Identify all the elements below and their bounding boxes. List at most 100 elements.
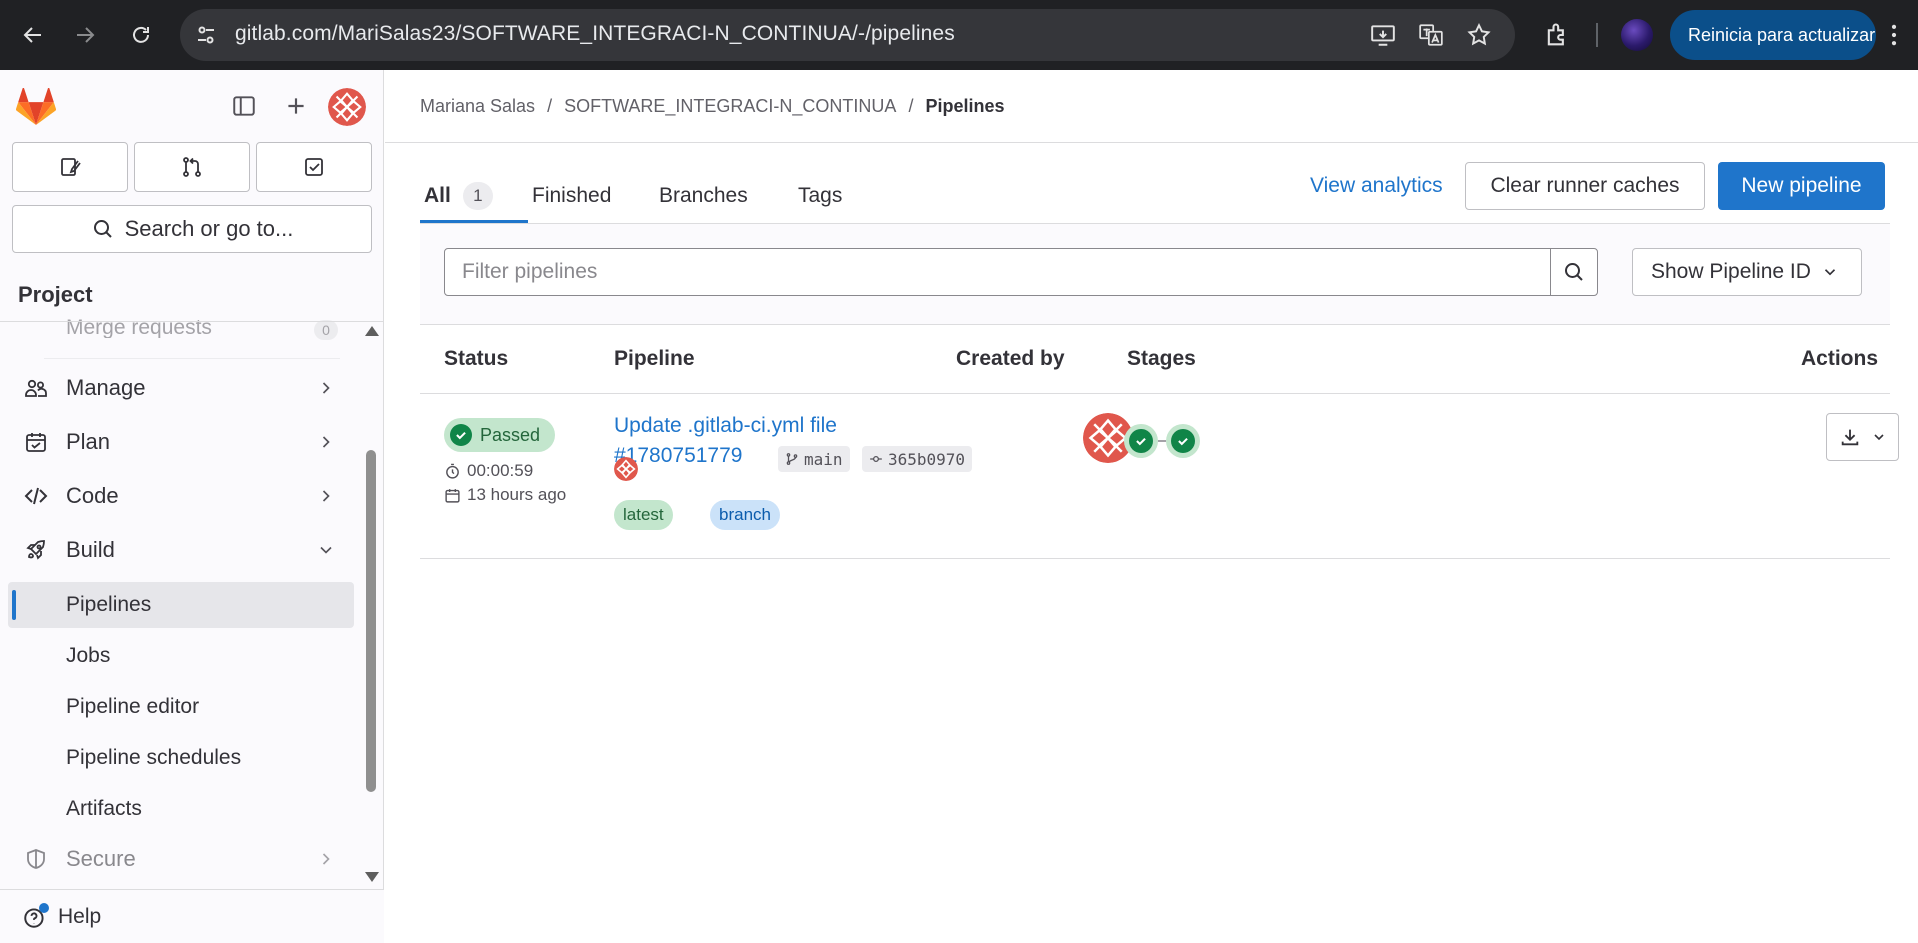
tab-finished[interactable]: Finished bbox=[532, 162, 611, 230]
sidebar-section-title: Project bbox=[18, 282, 93, 307]
browser-toolbar: gitlab.com/MariSalas23/SOFTWARE_INTEGRAC… bbox=[0, 0, 1918, 70]
branch-icon bbox=[786, 453, 798, 465]
user-avatar[interactable] bbox=[328, 88, 366, 126]
column-header-stages: Stages bbox=[1127, 347, 1196, 370]
help-button[interactable]: Help bbox=[22, 903, 102, 930]
search-label: Search or go to... bbox=[124, 216, 294, 241]
reload-icon[interactable] bbox=[123, 17, 159, 53]
table-header: Status Pipeline Created by Stages Action… bbox=[420, 324, 1890, 394]
branch-name: main bbox=[804, 449, 843, 469]
breadcrumb-owner[interactable]: Mariana Salas bbox=[420, 96, 535, 117]
browser-menu-icon[interactable] bbox=[1880, 20, 1908, 55]
install-app-icon[interactable] bbox=[1370, 22, 1396, 48]
toolbar-separator bbox=[1596, 23, 1598, 47]
clear-runner-caches-button[interactable]: Clear runner caches bbox=[1465, 162, 1705, 210]
tab-branches[interactable]: Branches bbox=[659, 162, 748, 230]
main-content: Mariana Salas / SOFTWARE_INTEGRACI-N_CON… bbox=[385, 70, 1918, 943]
sidebar-item-jobs[interactable]: Jobs bbox=[8, 633, 354, 679]
todos-button[interactable] bbox=[256, 142, 372, 192]
show-pipeline-id-dropdown[interactable]: Show Pipeline ID bbox=[1632, 248, 1862, 296]
sidebar-footer: Help bbox=[0, 889, 384, 943]
sidebar-item-plan[interactable]: Plan bbox=[8, 418, 354, 466]
back-icon[interactable] bbox=[15, 17, 51, 53]
status-badge[interactable]: Passed bbox=[444, 418, 556, 452]
breadcrumb-project[interactable]: SOFTWARE_INTEGRACI-N_CONTINUA bbox=[564, 96, 896, 117]
breadcrumb-current[interactable]: Pipelines bbox=[925, 96, 1004, 117]
show-pipeline-id-label: Show Pipeline ID bbox=[1651, 260, 1811, 283]
calendar-icon bbox=[24, 430, 48, 454]
new-pipeline-button[interactable]: New pipeline bbox=[1718, 162, 1885, 210]
chevron-down-icon bbox=[1824, 269, 1836, 276]
gitlab-logo-icon[interactable] bbox=[16, 88, 56, 126]
stage-connector bbox=[1158, 440, 1166, 442]
chevron-right-icon bbox=[316, 378, 336, 404]
filter-pipelines-input[interactable]: Filter pipelines bbox=[444, 248, 1551, 296]
tab-label: All bbox=[424, 184, 451, 207]
breadcrumb-separator: / bbox=[908, 96, 914, 116]
sidebar-item-pipeline-schedules[interactable]: Pipeline schedules bbox=[8, 735, 354, 781]
sidebar-item-pipeline-editor[interactable]: Pipeline editor bbox=[8, 684, 354, 730]
sidebar-item-label: Secure bbox=[66, 846, 136, 871]
sidebar-item-manage[interactable]: Manage bbox=[8, 364, 354, 412]
branch-badge: branch bbox=[710, 500, 780, 530]
filter-search-button[interactable] bbox=[1550, 248, 1598, 296]
column-header-created-by: Created by bbox=[956, 347, 1065, 370]
status-label: Passed bbox=[480, 424, 541, 445]
download-artifacts-dropdown[interactable] bbox=[1826, 413, 1899, 461]
sidebar-divider bbox=[0, 321, 384, 322]
issues-icon bbox=[61, 158, 81, 176]
sidebar-scrollbar-thumb[interactable] bbox=[366, 450, 376, 792]
sidebar-item-pipelines[interactable]: Pipelines bbox=[8, 582, 354, 628]
address-bar[interactable]: gitlab.com/MariSalas23/SOFTWARE_INTEGRAC… bbox=[180, 9, 1515, 61]
extensions-icon[interactable] bbox=[1543, 21, 1571, 54]
merge-requests-count: 0 bbox=[314, 320, 338, 340]
bookmark-star-icon[interactable] bbox=[1466, 22, 1492, 48]
sidebar-item-merge-requests[interactable]: Merge requests bbox=[66, 316, 346, 338]
forward-icon[interactable] bbox=[67, 17, 103, 53]
code-icon bbox=[24, 484, 48, 508]
scroll-down-arrow[interactable] bbox=[365, 872, 379, 882]
sidebar-item-build[interactable]: Build bbox=[8, 526, 354, 574]
profile-avatar[interactable] bbox=[1621, 19, 1653, 51]
commit-icon bbox=[870, 456, 882, 462]
sidebar-item-secure[interactable]: Secure bbox=[8, 835, 354, 883]
sidebar-item-artifacts[interactable]: Artifacts bbox=[8, 786, 354, 832]
timer-icon bbox=[446, 463, 459, 479]
calendar-icon bbox=[445, 488, 460, 503]
scroll-up-arrow[interactable] bbox=[365, 326, 379, 336]
filter-placeholder: Filter pipelines bbox=[462, 260, 598, 283]
restart-update-label: Reinicia para actualizar bbox=[1688, 24, 1876, 45]
help-icon bbox=[22, 903, 49, 930]
chevron-down-icon bbox=[1873, 434, 1884, 441]
stage-build-status[interactable] bbox=[1124, 424, 1158, 458]
merge-request-icon bbox=[183, 157, 201, 177]
breadcrumb: Mariana Salas / SOFTWARE_INTEGRACI-N_CON… bbox=[420, 96, 1004, 117]
view-analytics-link[interactable]: View analytics bbox=[1310, 162, 1443, 210]
sidebar-item-label: Plan bbox=[66, 429, 111, 454]
column-header-pipeline: Pipeline bbox=[614, 347, 695, 370]
toggle-sidebar-icon[interactable] bbox=[231, 93, 257, 124]
sidebar-item-label: Code bbox=[66, 483, 119, 508]
create-new-icon[interactable] bbox=[283, 93, 309, 124]
tab-tags[interactable]: Tags bbox=[798, 162, 842, 230]
branch-ref-chip[interactable]: main bbox=[778, 446, 850, 472]
merge-requests-button[interactable] bbox=[134, 142, 250, 192]
search-or-go-to-button[interactable]: Search or go to... bbox=[12, 205, 372, 253]
url-text[interactable]: gitlab.com/MariSalas23/SOFTWARE_INTEGRAC… bbox=[235, 22, 955, 46]
help-label: Help bbox=[58, 905, 102, 928]
sidebar-item-code[interactable]: Code bbox=[8, 472, 354, 520]
translate-icon[interactable] bbox=[1418, 22, 1444, 48]
breadcrumb-separator: / bbox=[547, 96, 553, 116]
restart-update-button[interactable]: Reinicia para actualizar bbox=[1670, 10, 1876, 60]
site-settings-icon[interactable] bbox=[194, 23, 218, 52]
pipeline-commit-title[interactable]: Update .gitlab-ci.yml file bbox=[614, 414, 837, 438]
committer-avatar[interactable] bbox=[614, 457, 638, 481]
sidebar-separator bbox=[44, 358, 340, 359]
commit-sha-chip[interactable]: 365b0970 bbox=[862, 446, 973, 472]
users-icon bbox=[24, 376, 48, 400]
duration-value: 00:00:59 bbox=[467, 461, 534, 480]
notification-dot bbox=[39, 903, 49, 913]
stage-test-status[interactable] bbox=[1166, 424, 1200, 458]
left-sidebar: Search or go to... Project Merge request… bbox=[0, 70, 384, 943]
issues-button[interactable] bbox=[12, 142, 128, 192]
